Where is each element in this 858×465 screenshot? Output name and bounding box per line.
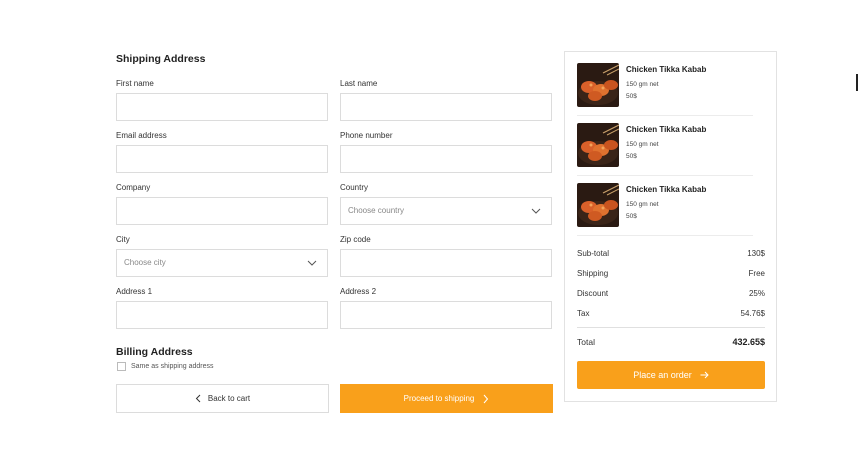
zip-code-field[interactable] — [340, 249, 552, 277]
first-name-field[interactable] — [116, 93, 328, 121]
place-order-button[interactable]: Place an order — [577, 361, 765, 389]
product-weight: 150 gm net — [626, 201, 659, 208]
place-order-label: Place an order — [633, 370, 692, 380]
discount-row: Discount 25% — [577, 289, 765, 301]
product-image — [577, 183, 619, 227]
phone-label: Phone number — [340, 131, 393, 140]
company-field[interactable] — [116, 197, 328, 225]
product-name: Chicken Tikka Kabab — [626, 185, 707, 194]
shipping-label: Shipping — [577, 269, 609, 278]
divider — [577, 175, 753, 176]
address-2-field[interactable] — [340, 301, 552, 329]
back-to-cart-button[interactable]: Back to cart — [116, 384, 329, 413]
order-item: Chicken Tikka Kabab 150 gm net 50$ — [577, 183, 753, 231]
product-name: Chicken Tikka Kabab — [626, 65, 707, 74]
product-image — [577, 123, 619, 167]
zip-code-label: Zip code — [340, 235, 371, 244]
country-placeholder: Choose country — [348, 206, 405, 215]
chevron-down-icon — [307, 260, 317, 266]
proceed-to-shipping-label: Proceed to shipping — [403, 394, 475, 403]
divider — [577, 327, 765, 328]
country-select[interactable]: Choose country — [340, 197, 552, 225]
chevron-left-icon — [195, 394, 201, 403]
same-as-shipping-checkbox[interactable] — [117, 362, 126, 371]
order-item: Chicken Tikka Kabab 150 gm net 50$ — [577, 63, 753, 111]
discount-value: 25% — [748, 289, 765, 298]
divider — [577, 115, 753, 116]
product-price: 50$ — [626, 93, 637, 100]
address-2-label: Address 2 — [340, 287, 377, 296]
product-price: 50$ — [626, 153, 637, 160]
shipping-address-title: Shipping Address — [116, 53, 206, 65]
first-name-label: First name — [116, 79, 154, 88]
country-label: Country — [340, 183, 369, 192]
address-1-field[interactable] — [116, 301, 328, 329]
chevron-right-icon — [483, 394, 489, 403]
subtotal-value: 130$ — [747, 249, 765, 258]
product-image — [577, 63, 619, 107]
phone-field[interactable] — [340, 145, 552, 173]
product-weight: 150 gm net — [626, 141, 659, 148]
city-label: City — [116, 235, 130, 244]
proceed-to-shipping-button[interactable]: Proceed to shipping — [340, 384, 553, 413]
tax-label: Tax — [577, 309, 590, 318]
chevron-down-icon — [531, 208, 541, 214]
city-placeholder: Choose city — [124, 258, 166, 267]
last-name-label: Last name — [340, 79, 378, 88]
product-weight: 150 gm net — [626, 81, 659, 88]
discount-label: Discount — [577, 289, 609, 298]
shipping-value: Free — [748, 269, 765, 278]
email-field[interactable] — [116, 145, 328, 173]
address-1-label: Address 1 — [116, 287, 153, 296]
subtotal-row: Sub-total 130$ — [577, 249, 765, 261]
city-select[interactable]: Choose city — [116, 249, 328, 277]
tax-row: Tax 54.76$ — [577, 309, 765, 321]
tax-value: 54.76$ — [740, 309, 765, 318]
shipping-row: Shipping Free — [577, 269, 765, 281]
same-as-shipping-label: Same as shipping address — [131, 363, 214, 370]
product-price: 50$ — [626, 213, 637, 220]
divider — [577, 235, 753, 236]
total-label: Total — [577, 337, 595, 347]
arrow-right-icon — [700, 371, 709, 379]
total-row: Total 432.65$ — [577, 337, 765, 349]
order-summary: Chicken Tikka Kabab 150 gm net 50$ Chick… — [564, 51, 777, 402]
back-to-cart-label: Back to cart — [207, 394, 251, 403]
subtotal-label: Sub-total — [577, 249, 610, 258]
company-label: Company — [116, 183, 151, 192]
email-label: Email address — [116, 131, 167, 140]
total-value: 432.65$ — [732, 337, 765, 347]
billing-address-title: Billing Address — [116, 346, 193, 358]
order-item: Chicken Tikka Kabab 150 gm net 50$ — [577, 123, 753, 171]
product-name: Chicken Tikka Kabab — [626, 125, 707, 134]
last-name-field[interactable] — [340, 93, 552, 121]
